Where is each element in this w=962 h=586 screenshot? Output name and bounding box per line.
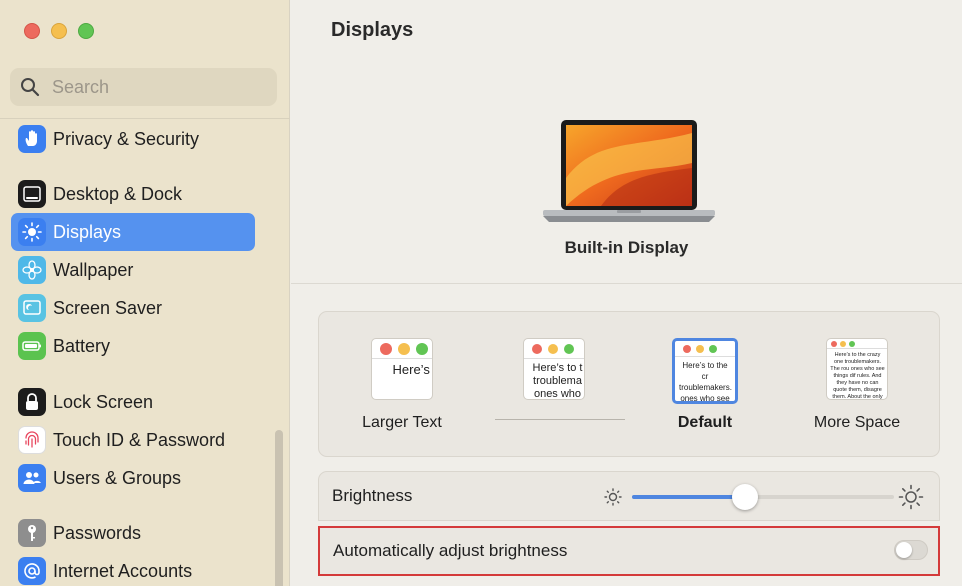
display-name: Built-in Display (564, 238, 689, 257)
close-window-button[interactable] (24, 23, 40, 39)
brightness-low-icon (604, 488, 622, 506)
brightness-knob[interactable] (732, 484, 758, 510)
sidebar-item-battery[interactable]: Battery (11, 327, 255, 365)
flower-icon (18, 256, 46, 284)
resolution-preview: Here’s to the cr troublemakers. ones who… (672, 338, 738, 404)
resolution-label: Default (677, 414, 733, 431)
battery-icon (18, 332, 46, 360)
key-icon (18, 519, 46, 547)
sidebar-item-privacy-security[interactable]: Privacy & Security (11, 120, 255, 158)
window-controls (24, 23, 94, 39)
sidebar-item-label: Displays (53, 221, 122, 242)
resolution-label: More Space (813, 414, 901, 431)
sidebar-item-internet-accounts[interactable]: Internet Accounts (11, 552, 255, 586)
brightness-high-icon (898, 484, 924, 510)
sidebar-item-label: Internet Accounts (53, 560, 193, 581)
fingerprint-icon (18, 426, 46, 454)
resolution-option-default[interactable]: Here’s to the cr troublemakers. ones who… (635, 338, 775, 432)
toggle-knob (896, 542, 912, 558)
resolution-option-2[interactable]: Here’s to t troublema ones who (484, 338, 624, 400)
resolution-preview: Here’s to troublem (371, 338, 433, 400)
auto-brightness-toggle[interactable] (894, 540, 928, 560)
search-field[interactable] (10, 68, 277, 106)
auto-brightness-row: Automatically adjust brightness (318, 526, 940, 576)
auto-brightness-label: Automatically adjust brightness (333, 541, 568, 560)
sidebar-item-label: Desktop & Dock (53, 183, 183, 204)
sidebar-scrollbar[interactable] (275, 430, 283, 586)
sidebar-item-desktop-dock[interactable]: Desktop & Dock (11, 175, 255, 213)
resolution-option-larger-text[interactable]: Here’s to troublem Larger Text (332, 338, 472, 432)
brightness-row: Brightness (318, 471, 940, 521)
sidebar-item-lock-screen[interactable]: Lock Screen (11, 383, 255, 421)
dock-icon (18, 180, 46, 208)
brightness-track (632, 484, 894, 510)
sidebar-item-touch-id[interactable]: Touch ID & Password (11, 421, 255, 459)
laptop-icon (543, 120, 715, 222)
users-icon (18, 464, 46, 492)
sidebar-item-label: Users & Groups (53, 467, 182, 488)
sidebar-item-label: Lock Screen (53, 391, 154, 412)
sidebar-item-passwords[interactable]: Passwords (11, 514, 255, 552)
sidebar-item-label: Battery (53, 335, 111, 356)
sidebar-item-label: Privacy & Security (53, 128, 200, 149)
lock-icon (18, 388, 46, 416)
sun-icon (18, 218, 46, 246)
sidebar-divider (0, 118, 290, 119)
sidebar-item-label: Screen Saver (53, 297, 163, 318)
sidebar: Privacy & Security Desktop & Dock Displa… (0, 0, 290, 586)
sidebar-item-label: Touch ID & Password (53, 429, 226, 450)
page-title: Displays (331, 19, 414, 41)
search-input[interactable] (52, 76, 252, 98)
resolution-preview: Here’s to t troublema ones who (523, 338, 585, 400)
at-icon (18, 557, 46, 585)
sidebar-item-wallpaper[interactable]: Wallpaper (11, 251, 255, 289)
search-icon (21, 78, 40, 97)
screensaver-icon (18, 294, 46, 322)
sidebar-item-screen-saver[interactable]: Screen Saver (11, 289, 255, 327)
sidebar-item-users-groups[interactable]: Users & Groups (11, 459, 255, 497)
hand-icon (18, 125, 46, 153)
sidebar-item-label: Passwords (53, 522, 142, 543)
main-pane: Displays Built-in Display Here’s to trou… (291, 0, 962, 586)
sidebar-item-displays[interactable]: Displays (11, 213, 255, 251)
zoom-window-button[interactable] (78, 23, 94, 39)
minimize-window-button[interactable] (51, 23, 67, 39)
resolution-options: Here’s to troublem Larger Text Here’s to… (318, 311, 940, 457)
resolution-option-more-space[interactable]: Here’s to the crazy one troublemakers. T… (787, 338, 927, 432)
brightness-label: Brightness (332, 486, 413, 505)
brightness-slider[interactable] (602, 484, 932, 510)
resolution-label: Larger Text (362, 414, 442, 431)
sidebar-item-label: Wallpaper (53, 259, 134, 280)
resolution-divider (495, 419, 625, 420)
resolution-preview: Here’s to the crazy one troublemakers. T… (826, 338, 888, 400)
brightness-fill (632, 495, 745, 499)
